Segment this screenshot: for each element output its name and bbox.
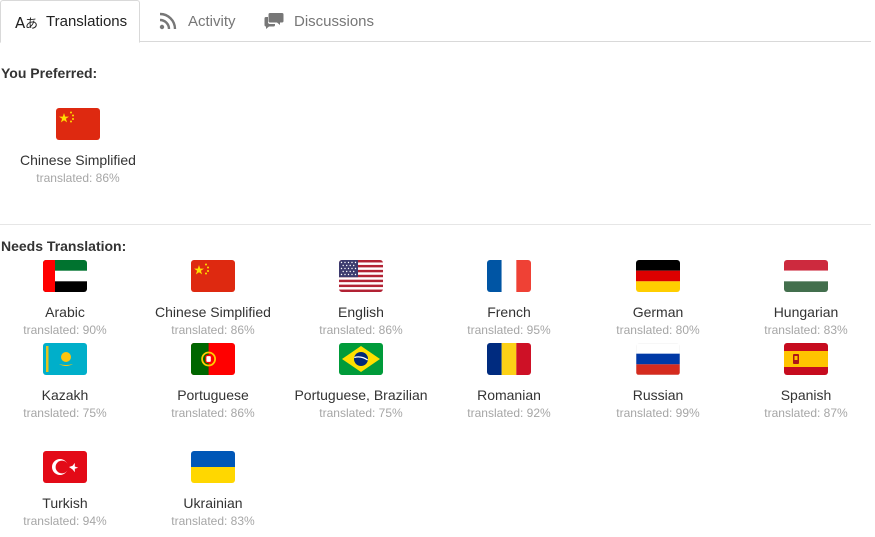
usa-flag-icon	[339, 260, 383, 292]
translated-percent: translated: 86%	[36, 171, 120, 185]
language-portuguese[interactable]: Portuguese translated: 86%	[139, 343, 287, 422]
translated-percent: translated: 86%	[319, 323, 403, 337]
preferred-section-title: You Preferred:	[1, 65, 98, 81]
translated-percent: translated: 87%	[764, 406, 848, 420]
preferred-language-chinese-simplified[interactable]: Chinese Simplified translated: 86%	[4, 108, 152, 187]
translated-percent: translated: 75%	[319, 406, 403, 420]
language-name: Russian	[632, 387, 684, 403]
tab-label: Translations	[46, 13, 128, 30]
hungary-flag-icon	[784, 260, 828, 292]
translated-percent: translated: 83%	[171, 514, 255, 528]
china-flag-icon	[191, 260, 235, 292]
language-name: Romanian	[477, 387, 541, 403]
translated-percent: translated: 86%	[171, 406, 255, 420]
translated-percent: translated: 83%	[764, 323, 848, 337]
language-name: Portuguese, Brazilian	[294, 387, 428, 403]
language-romanian[interactable]: Romanian translated: 92%	[435, 343, 583, 422]
rss-feed-icon	[157, 11, 179, 31]
language-name: Ukrainian	[183, 495, 243, 511]
language-spanish[interactable]: Spanish translated: 87%	[732, 343, 875, 422]
language-name: Portuguese	[177, 387, 249, 403]
translated-percent: translated: 86%	[171, 323, 255, 337]
russia-flag-icon	[636, 343, 680, 375]
portugal-flag-icon	[191, 343, 235, 375]
translated-percent: translated: 92%	[467, 406, 551, 420]
tab-translations[interactable]: A あ Translations	[0, 0, 141, 43]
language-name: Spanish	[780, 387, 832, 403]
translated-percent: translated: 95%	[467, 323, 551, 337]
language-name: Chinese Simplified	[20, 152, 136, 168]
kazakhstan-flag-icon	[43, 343, 87, 375]
tab-label: Discussions	[294, 12, 375, 30]
translated-percent: translated: 80%	[616, 323, 700, 337]
china-flag-icon	[56, 108, 100, 140]
language-hungarian[interactable]: Hungarian translated: 83%	[732, 260, 875, 339]
language-name: German	[632, 304, 684, 320]
language-chinese-simplified[interactable]: Chinese Simplified translated: 86%	[139, 260, 287, 339]
language-french[interactable]: French translated: 95%	[435, 260, 583, 339]
language-name: English	[338, 304, 384, 320]
language-german[interactable]: German translated: 80%	[584, 260, 732, 339]
translated-percent: translated: 99%	[616, 406, 700, 420]
tab-label: Activity	[188, 12, 236, 30]
language-kazakh[interactable]: Kazakh translated: 75%	[0, 343, 139, 422]
tab-bar: A あ Translations Activity Discussions	[0, 0, 871, 43]
brazil-flag-icon	[339, 343, 383, 375]
language-name: French	[487, 304, 531, 320]
uae-flag-icon	[43, 260, 87, 292]
language-ukrainian[interactable]: Ukrainian translated: 83%	[139, 451, 287, 530]
language-russian[interactable]: Russian translated: 99%	[584, 343, 732, 422]
language-english[interactable]: English translated: 86%	[287, 260, 435, 339]
language-portuguese-brazilian[interactable]: Portuguese, Brazilian translated: 75%	[287, 343, 435, 422]
tab-discussions[interactable]: Discussions	[263, 0, 374, 42]
translated-percent: translated: 90%	[23, 323, 107, 337]
language-name: Turkish	[42, 495, 88, 511]
language-turkish[interactable]: Turkish translated: 94%	[0, 451, 139, 530]
needs-translation-section-title: Needs Translation:	[1, 238, 127, 254]
language-arabic[interactable]: Arabic translated: 90%	[0, 260, 139, 339]
translated-percent: translated: 94%	[23, 514, 107, 528]
chat-bubbles-icon	[263, 11, 285, 31]
france-flag-icon	[487, 260, 531, 292]
translated-percent: translated: 75%	[23, 406, 107, 420]
language-name: Hungarian	[773, 304, 839, 320]
section-divider	[0, 224, 871, 225]
language-name: Kazakh	[41, 387, 89, 403]
turkey-flag-icon	[43, 451, 87, 483]
language-name: Chinese Simplified	[155, 304, 271, 320]
ukraine-flag-icon	[191, 451, 235, 483]
translate-icon: A あ	[15, 12, 37, 32]
language-name: Arabic	[45, 304, 85, 320]
svg-text:あ: あ	[25, 17, 37, 31]
tab-activity[interactable]: Activity	[157, 0, 236, 42]
germany-flag-icon	[636, 260, 680, 292]
romania-flag-icon	[487, 343, 531, 375]
spain-flag-icon	[784, 343, 828, 375]
